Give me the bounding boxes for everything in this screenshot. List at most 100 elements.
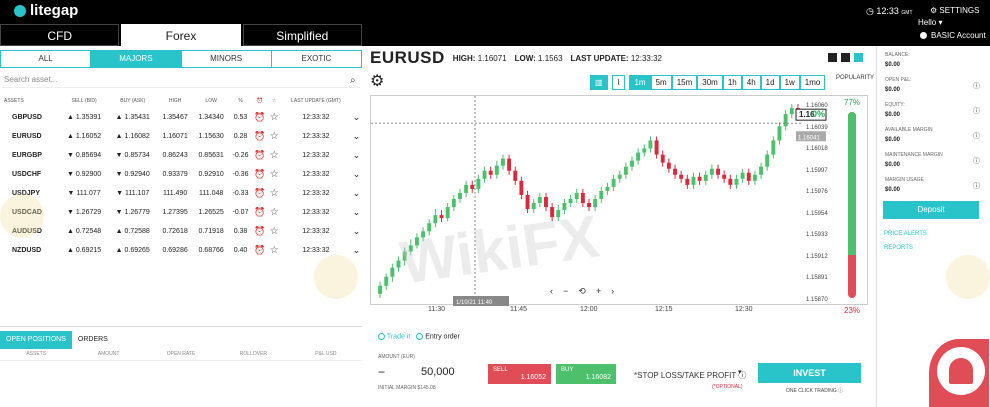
radio-entry-order[interactable]: Entry order xyxy=(416,333,460,340)
search-bar[interactable]: Search asset... ⌕ xyxy=(2,72,360,88)
table-row[interactable]: USDJPY ▼ 111.077 ▼ 111.107 111.490 111.048 -0… xyxy=(0,184,362,203)
alarm-icon[interactable]: ⏰ xyxy=(254,112,265,122)
star-icon[interactable]: ☆ xyxy=(270,226,279,237)
list-layout-icon[interactable] xyxy=(854,53,863,62)
subtab-exotic[interactable]: EXOTIC xyxy=(272,51,361,67)
chevron-down-icon[interactable]: ⌄ xyxy=(353,226,361,236)
star-icon[interactable]: ☆ xyxy=(270,207,279,218)
col-update[interactable]: LAST UPDATE (GMT) xyxy=(281,94,352,108)
search-input[interactable]: Search asset... xyxy=(4,75,57,84)
scroll-right-icon[interactable]: › xyxy=(611,286,614,297)
scroll-left-icon[interactable]: ‹ xyxy=(550,286,553,297)
pos-col-rollover: ROLLOVER xyxy=(239,351,268,357)
grid-layout-icon[interactable] xyxy=(841,53,850,62)
search-icon[interactable]: ⌕ xyxy=(350,75,360,86)
table-row[interactable]: EURUSD ▲ 1.16052 ▲ 1.16082 1.16071 1.15630 0.… xyxy=(0,127,362,146)
tf-5m[interactable]: 5m xyxy=(650,75,672,90)
alarm-icon[interactable]: ⏰ xyxy=(254,150,265,160)
amount-input[interactable]: 50,000 xyxy=(421,366,455,378)
col-high[interactable]: HIGH xyxy=(157,94,193,108)
chart-settings-icon[interactable]: ⚙ xyxy=(370,71,384,91)
alarm-icon[interactable]: ⏰ xyxy=(254,245,265,255)
tf-1m[interactable]: 1m xyxy=(629,75,651,90)
tf-1mo[interactable]: 1mo xyxy=(799,75,826,90)
tab-orders[interactable]: ORDERS xyxy=(72,331,114,349)
chevron-down-icon[interactable]: ⌄ xyxy=(353,245,361,255)
candle-body xyxy=(623,166,628,175)
chevron-down-icon[interactable]: ⌄ xyxy=(353,131,361,141)
table-row[interactable]: AUDUSD ▲ 0.72548 ▲ 0.72588 0.72618 0.71918 0.… xyxy=(0,222,362,241)
table-row[interactable]: GBPUSD ▲ 1.35391 ▲ 1.35431 1.35467 1.34340 0.… xyxy=(0,108,362,127)
col-low[interactable]: LOW xyxy=(193,94,229,108)
sell-button[interactable]: SELL 1.16052 xyxy=(488,364,551,384)
chevron-down-icon[interactable]: ⌄ xyxy=(353,150,361,160)
amount-minus-button[interactable]: − xyxy=(378,365,385,379)
deposit-button[interactable]: Deposit xyxy=(883,201,979,219)
star-icon[interactable]: ☆ xyxy=(270,131,279,142)
sltp-dropdown-icon[interactable]: ▾ xyxy=(738,368,742,376)
subtab-all[interactable]: ALL xyxy=(1,51,92,67)
account-type[interactable]: BASIC Account xyxy=(920,31,986,40)
tf-1d[interactable]: 1d xyxy=(760,75,780,90)
tf-1w[interactable]: 1w xyxy=(779,75,800,90)
table-row[interactable]: EURGBP ▼ 0.85694 ▼ 0.85734 0.86243 0.85631 -0… xyxy=(0,146,362,165)
table-row[interactable]: USDCAD ▼ 1.26729 ▼ 1.26779 1.27395 1.26525 -0… xyxy=(0,203,362,222)
col-pct[interactable]: % xyxy=(229,94,252,108)
info-icon[interactable]: ⓘ xyxy=(973,181,980,191)
chevron-down-icon[interactable]: ⌄ xyxy=(353,112,361,122)
tf-15m[interactable]: 15m xyxy=(671,75,698,90)
settings-link[interactable]: ⚙ SETTINGS xyxy=(930,6,979,15)
tab-forex[interactable]: Forex xyxy=(121,24,241,46)
col-assets[interactable]: ASSETS xyxy=(0,94,60,108)
tf-30m[interactable]: 30m xyxy=(697,75,723,90)
tf-4h[interactable]: 4h xyxy=(741,75,761,90)
info-icon[interactable]: ⓘ xyxy=(973,81,980,91)
notification-bell[interactable] xyxy=(929,339,989,407)
alarm-icon[interactable]: ⏰ xyxy=(254,131,265,141)
col-sell[interactable]: SELL (BID) xyxy=(60,94,109,108)
alarm-icon[interactable]: ⏰ xyxy=(254,169,265,179)
reports-link[interactable]: REPORTS xyxy=(884,245,913,251)
info-icon[interactable]: ⓘ xyxy=(973,131,980,141)
info-icon[interactable]: ⓘ xyxy=(973,156,980,166)
info-icon[interactable]: ⓘ xyxy=(973,106,980,116)
stop-loss-take-profit[interactable]: *STOP LOSS/TAKE PROFIT ⓘ xyxy=(634,370,746,381)
col-buy[interactable]: BUY (ASK) xyxy=(108,94,157,108)
chevron-down-icon[interactable]: ⌄ xyxy=(353,169,361,179)
radio-trade-it[interactable]: Trade it xyxy=(378,333,410,340)
brand-logo[interactable]: litegap xyxy=(14,2,78,19)
line-type-icon[interactable]: ⌇ xyxy=(611,75,626,90)
subtab-minors[interactable]: MINORS xyxy=(182,51,272,67)
chevron-down-icon[interactable]: ▾ xyxy=(938,18,942,27)
tab-open-positions[interactable]: OPEN POSITIONS xyxy=(0,331,72,349)
candle-body xyxy=(636,152,641,161)
star-icon[interactable]: ☆ xyxy=(270,245,279,256)
reset-icon[interactable]: ⟲ xyxy=(578,286,586,297)
chart-nav-controls: ‹ − ⟲ + › xyxy=(550,286,614,297)
star-icon[interactable]: ☆ xyxy=(270,150,279,161)
star-icon[interactable]: ☆ xyxy=(270,188,279,199)
buy-button[interactable]: BUY 1.16082 xyxy=(556,364,616,384)
alarm-icon[interactable]: ⏰ xyxy=(254,226,265,236)
price-alerts-link[interactable]: PRICE ALERTS xyxy=(884,231,927,237)
tab-cfd[interactable]: CFD xyxy=(0,24,120,46)
subtab-majors[interactable]: MAJORS xyxy=(91,51,182,67)
alarm-icon[interactable]: ⏰ xyxy=(254,188,265,198)
zoom-in-icon[interactable]: + xyxy=(596,286,601,297)
table-row[interactable]: USDCHF ▼ 0.92900 ▼ 0.92940 0.93379 0.92910 -0… xyxy=(0,165,362,184)
chevron-down-icon[interactable]: ⌄ xyxy=(353,207,361,217)
low-price: 1.15630 xyxy=(198,133,224,140)
zoom-out-icon[interactable]: − xyxy=(563,286,568,297)
one-click-trading[interactable]: ONE CLICK TRADING ⓘ xyxy=(786,387,843,394)
chevron-down-icon[interactable]: ⌄ xyxy=(353,188,361,198)
tf-1h[interactable]: 1h xyxy=(722,75,742,90)
star-icon[interactable]: ☆ xyxy=(270,169,279,180)
invest-button[interactable]: INVEST xyxy=(758,363,861,383)
alarm-icon[interactable]: ⏰ xyxy=(254,207,265,217)
star-icon[interactable]: ☆ xyxy=(270,112,279,123)
x-tick: 12:30 xyxy=(735,306,753,313)
table-row[interactable]: NZDUSD ▲ 0.69215 ▲ 0.69265 0.69286 0.68766 0.… xyxy=(0,241,362,260)
single-layout-icon[interactable] xyxy=(828,53,837,62)
tab-simplified[interactable]: Simplified xyxy=(242,24,362,46)
candle-type-icon[interactable]: ▥ xyxy=(590,75,608,90)
